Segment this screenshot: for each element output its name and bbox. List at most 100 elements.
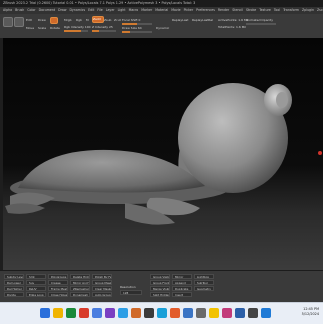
menu-item-render[interactable]: Render [218,7,229,14]
taskbar-app-icon[interactable] [170,308,180,318]
shelf-button-subtool[interactable]: SubTool [194,280,214,285]
shelf-button-lightbox[interactable]: Lightbox [194,274,214,279]
shelf-button-auto-groups[interactable]: Auto Groups [92,292,112,297]
draw-mode-button[interactable]: Draw [38,18,46,22]
zsub-button[interactable]: Zsub [104,18,111,22]
shelf-button-geometry[interactable]: Geometry [194,286,214,291]
move-mode-button[interactable]: Move [26,26,34,30]
taskbar-app-icon[interactable] [209,308,219,318]
edit-mode-button[interactable]: Edit [26,18,32,22]
menu-item-stroke[interactable]: Stroke [246,7,256,14]
menu-item-picker[interactable]: Picker [184,7,194,14]
menu-item-document[interactable]: Document [39,7,56,14]
taskbar-app-icon[interactable] [196,308,206,318]
taskbar-app-icon[interactable] [118,308,128,318]
rotate-mode-button[interactable]: Rotate [50,26,60,30]
replay-last-button[interactable]: ReplayLast [172,18,188,22]
dynamic-button[interactable]: Dynamic [156,26,169,30]
taskbar-app-icon[interactable] [92,308,102,318]
taskbar-app-icon[interactable] [183,308,193,318]
rgb-intensity-slider[interactable] [64,30,88,32]
shelf-button-duplicate[interactable]: Duplicate [172,286,192,291]
zcut-button[interactable]: Zcut [114,18,121,22]
shelf-button-split-hidden[interactable]: Split Hidden [150,292,170,297]
shelf-button-group-visible[interactable]: Group Visible [150,274,170,279]
menu-item-edit[interactable]: Edit [88,7,94,14]
shelf-button-reuv[interactable]: ReUV [26,286,46,291]
focal-shift-slider[interactable] [122,23,152,25]
taskbar-app-icon[interactable] [235,308,245,318]
shelf-button-subdiv-levels[interactable]: Subdiv Levels [4,274,24,279]
menu-item-material[interactable]: Material [155,7,168,14]
mrgb-button[interactable]: Mrgb [64,18,72,22]
menu-item-preferences[interactable]: Preferences [196,7,215,14]
taskbar-app-icon[interactable] [79,308,89,318]
shelf-button-insert[interactable]: Insert [172,292,192,297]
menu-item-alpha[interactable]: Alpha [3,7,12,14]
shelf-button-mirror[interactable]: Mirror [172,274,192,279]
shelf-button-frame-mesh[interactable]: Frame Mesh [48,286,68,291]
m-button[interactable]: M [86,18,89,22]
shelf-button-smt[interactable]: Smt [26,274,46,279]
shelf-button-close-holes[interactable]: Close Holes [48,292,68,297]
shelf-button-append[interactable]: Append [172,280,192,285]
menu-item-file[interactable]: File [97,7,102,14]
brush-icon[interactable] [14,17,24,27]
turtle-model[interactable] [0,38,323,270]
shelf-button-crease[interactable]: Crease [48,280,68,285]
resolution-value[interactable]: 128 [120,290,142,295]
menu-item-stencil[interactable]: Stencil [232,7,243,14]
shelf-button-polygroups[interactable]: Polygroups [48,274,68,279]
shelf-button-del-higher[interactable]: Del Higher [4,286,24,291]
system-clock[interactable]: 12:45 PM 5/12/2024 [302,307,319,317]
edit-active-icon[interactable] [50,17,58,24]
menu-item-color[interactable]: Color [27,7,35,14]
shelf-button-delete-hidden[interactable]: Delete Hidden [70,274,90,279]
animated-opacity-slider[interactable] [246,23,276,25]
shelf-button-mirror-and-weld[interactable]: Mirror And Weld [70,280,90,285]
taskbar-app-icon[interactable] [53,308,63,318]
taskbar-app-icon[interactable] [261,308,271,318]
taskbar-app-icon[interactable] [157,308,167,318]
z-intensity-slider[interactable] [92,30,116,32]
left-scrollbar[interactable] [0,38,3,270]
menu-item-texture[interactable]: Texture [259,7,271,14]
taskbar-app-icon[interactable] [66,308,76,318]
shelf-button-suv[interactable]: Suv [26,280,46,285]
menu-item-draw[interactable]: Draw [58,7,66,14]
shelf-button-del-lower[interactable]: Del Lower [4,280,24,285]
menu-item-marker[interactable]: Marker [141,7,152,14]
shelf-button-group-masked[interactable]: Group Masked [92,280,112,285]
rgb-button[interactable]: Rgb [76,18,82,22]
taskbar-app-icon[interactable] [105,308,115,318]
draw-size-slider[interactable] [122,31,152,33]
taskbar-app-icon[interactable] [248,308,258,318]
taskbar-app-icon[interactable] [144,308,154,318]
zadd-button[interactable]: Zadd [93,17,101,21]
menu-item-zplugin[interactable]: Zplugin [302,7,314,14]
menu-item-dynamics[interactable]: Dynamics [69,7,85,14]
shelf-button-polish-by-features[interactable]: Polish By Features [92,274,112,279]
menu-item-macro[interactable]: Macro [129,7,139,14]
taskbar-app-icon[interactable] [131,308,141,318]
shelf-button-dynamesh[interactable]: Dynamesh [70,292,90,297]
menu-item-movie[interactable]: Movie [171,7,180,14]
menu-item-transform[interactable]: Transform [283,7,299,14]
canvas-viewport[interactable] [0,38,323,270]
menu-item-brush[interactable]: Brush [15,7,24,14]
shelf-button-merge-visible[interactable]: Merge Visible [150,286,170,291]
taskbar-app-icon[interactable] [40,308,50,318]
menu-item-tool[interactable]: Tool [274,7,280,14]
menu-item-zscript[interactable]: Zscript [317,7,323,14]
lightbox-icon[interactable] [3,17,13,27]
shelf-button-clear-masked[interactable]: Clear Masked [92,286,112,291]
menu-item-layer[interactable]: Layer [106,7,115,14]
shelf-button-group-front[interactable]: Group Front [150,280,170,285]
replay-last-rel-button[interactable]: ReplayLastRel [192,18,213,22]
shelf-button-divide[interactable]: Divide [4,292,24,297]
menu-item-light[interactable]: Light [118,7,126,14]
taskbar-app-icon[interactable] [222,308,232,318]
shelf-button-edge-loop[interactable]: Edge Loop [26,292,46,297]
shelf-button-zremesher[interactable]: ZRemesher [70,286,90,291]
scale-mode-button[interactable]: Scale [38,26,46,30]
